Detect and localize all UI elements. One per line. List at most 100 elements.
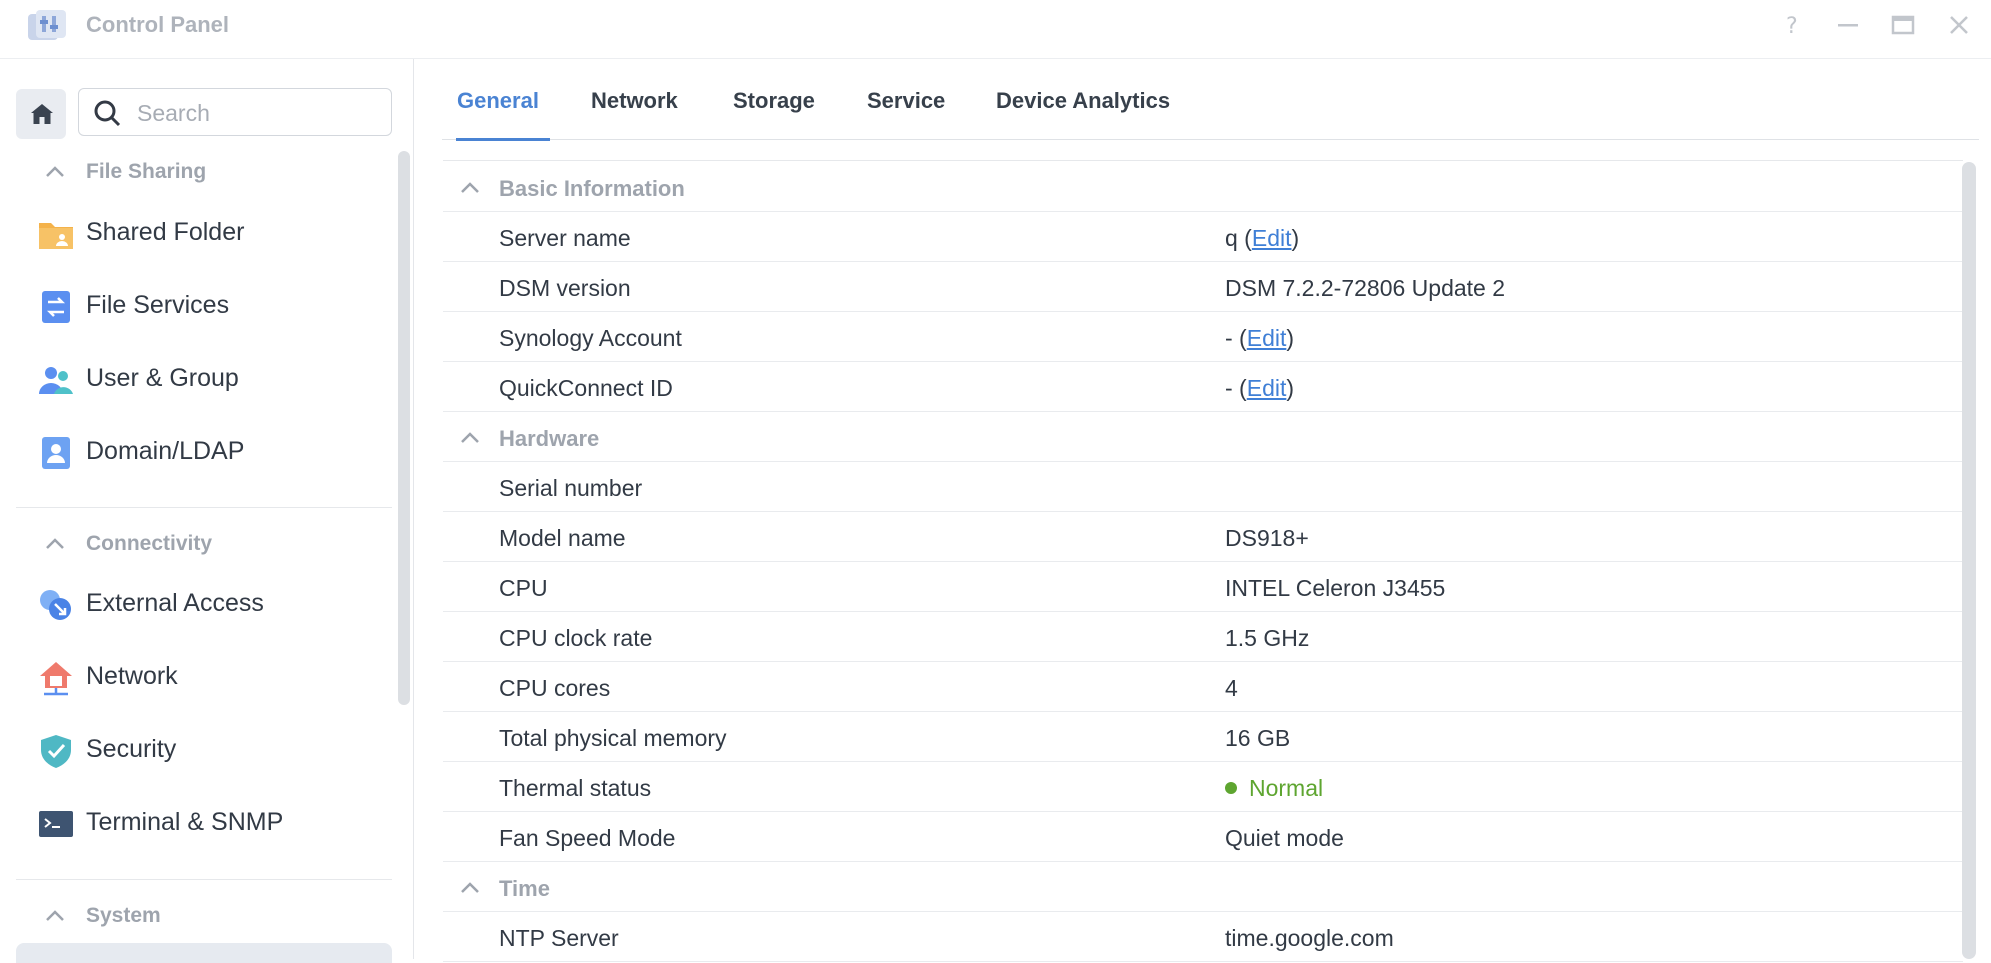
info-label: Model name <box>499 525 626 551</box>
sidebar-item-label: File Services <box>86 291 230 319</box>
quickconnect-id-value: - <box>1225 375 1233 401</box>
window-title: Control Panel <box>86 12 230 37</box>
close-icon[interactable] <box>1944 10 1974 40</box>
info-row-fan-speed-mode: Fan Speed Mode Quiet mode <box>443 812 1963 862</box>
info-value: DSM 7.2.2-72806 Update 2 <box>1225 275 1506 301</box>
sidebar-item-file-services[interactable]: File Services <box>0 275 400 337</box>
sidebar-item-label: External Access <box>86 589 264 617</box>
maximize-icon[interactable] <box>1888 10 1918 40</box>
info-label: DSM version <box>499 275 631 301</box>
tab-bar-divider <box>442 139 1979 140</box>
sidebar-section-file-sharing[interactable]: File Sharing <box>0 153 400 193</box>
info-row-model-name: Model name DS918+ <box>443 512 1963 562</box>
tab-active-indicator <box>456 138 550 141</box>
title-bar: Control Panel ? <box>0 0 1991 50</box>
synology-account-value: - <box>1225 325 1233 351</box>
info-value: INTEL Celeron J3455 <box>1225 575 1446 601</box>
info-row-total-physical-memory: Total physical memory 16 GB <box>443 712 1963 762</box>
status-dot-icon <box>1225 782 1237 794</box>
content-scrollbar[interactable] <box>1962 162 1976 959</box>
info-row-server-name: Server name q (Edit) <box>443 212 1963 262</box>
control-panel-app-icon <box>28 8 66 43</box>
security-shield-icon <box>38 733 74 769</box>
info-row-quickconnect-id: QuickConnect ID - (Edit) <box>443 362 1963 412</box>
tab-storage[interactable]: Storage <box>733 88 815 114</box>
sidebar-item-user-group[interactable]: User & Group <box>0 348 400 410</box>
group-header-basic-information[interactable]: Basic Information <box>443 162 1963 212</box>
minimize-icon[interactable] <box>1833 10 1863 40</box>
sidebar-divider <box>16 507 392 508</box>
search-input[interactable] <box>135 97 379 129</box>
info-row-synology-account: Synology Account - (Edit) <box>443 312 1963 362</box>
edit-synology-account-link[interactable]: Edit <box>1247 325 1287 351</box>
sidebar-item-selected[interactable] <box>16 943 392 963</box>
chevron-up-icon <box>461 182 479 193</box>
info-value: 1.5 GHz <box>1225 625 1310 651</box>
info-label: CPU cores <box>499 675 611 701</box>
edit-quickconnect-id-link[interactable]: Edit <box>1247 375 1287 401</box>
sidebar-section-connectivity[interactable]: Connectivity <box>0 525 400 565</box>
sidebar-item-label: Network <box>86 662 178 690</box>
info-label: Thermal status <box>499 775 652 801</box>
server-name-value: q <box>1225 225 1238 251</box>
sidebar-item-shared-folder[interactable]: Shared Folder <box>0 202 400 264</box>
info-row-cpu-clock-rate: CPU clock rate 1.5 GHz <box>443 612 1963 662</box>
info-row-cpu: CPU INTEL Celeron J3455 <box>443 562 1963 612</box>
sidebar-scrollbar[interactable] <box>398 151 410 705</box>
chevron-up-icon <box>46 538 64 549</box>
group-title: Hardware <box>499 426 600 451</box>
thermal-status-value: Normal <box>1249 775 1324 801</box>
chevron-up-icon <box>46 910 64 921</box>
info-label: Synology Account <box>499 325 682 351</box>
info-label: NTP Server <box>499 925 619 951</box>
info-row-thermal-status: Thermal status Normal <box>443 762 1963 812</box>
edit-server-name-link[interactable]: Edit <box>1252 225 1292 251</box>
sidebar-item-label: Domain/LDAP <box>86 437 245 465</box>
help-icon[interactable]: ? <box>1776 10 1806 40</box>
sidebar-section-system[interactable]: System <box>0 897 400 937</box>
group-title: Basic Information <box>499 176 685 201</box>
info-value: 16 GB <box>1225 725 1291 751</box>
info-value: - (Edit) <box>1225 325 1295 351</box>
sidebar-item-external-access[interactable]: External Access <box>0 573 400 635</box>
shared-folder-icon <box>38 216 74 252</box>
info-row-ntp-server: NTP Server time.google.com <box>443 912 1963 962</box>
group-header-time[interactable]: Time <box>443 862 1963 912</box>
chevron-up-icon <box>461 432 479 443</box>
group-header-hardware[interactable]: Hardware <box>443 412 1963 462</box>
sidebar-item-network[interactable]: Network <box>0 646 400 708</box>
svg-text:?: ? <box>1786 14 1798 39</box>
tab-general[interactable]: General <box>457 88 539 114</box>
info-value: - (Edit) <box>1225 375 1295 401</box>
sidebar-item-label: Terminal & SNMP <box>86 808 284 836</box>
tab-device-analytics[interactable]: Device Analytics <box>996 88 1170 114</box>
sidebar-border <box>413 59 414 959</box>
sidebar-item-domain-ldap[interactable]: Domain/LDAP <box>0 421 400 483</box>
sidebar-item-security[interactable]: Security <box>0 719 400 781</box>
info-value: q (Edit) <box>1225 225 1300 251</box>
info-label: Fan Speed Mode <box>499 825 676 851</box>
content-top-divider <box>443 160 1963 161</box>
sidebar-section-label: System <box>86 904 161 927</box>
tab-network[interactable]: Network <box>591 88 678 114</box>
sidebar-item-terminal-snmp[interactable]: Terminal & SNMP <box>0 792 400 854</box>
sidebar-item-label: Security <box>86 735 177 763</box>
search-box[interactable] <box>78 88 392 136</box>
group-title: Time <box>499 876 550 901</box>
info-label: Total physical memory <box>499 725 727 751</box>
user-group-icon <box>38 362 74 398</box>
info-row-dsm-version: DSM version DSM 7.2.2-72806 Update 2 <box>443 262 1963 312</box>
info-value: 4 <box>1225 675 1238 701</box>
external-access-icon <box>38 587 74 623</box>
home-button[interactable] <box>16 89 66 139</box>
tab-service[interactable]: Service <box>867 88 945 114</box>
info-row-cpu-cores: CPU cores 4 <box>443 662 1963 712</box>
sidebar: File Sharing Shared Folder File Services… <box>0 59 414 963</box>
sidebar-item-label: User & Group <box>86 364 239 392</box>
sidebar-section-label: File Sharing <box>86 160 207 183</box>
terminal-icon <box>38 806 74 842</box>
sidebar-divider <box>16 879 392 880</box>
info-value: Normal <box>1225 775 1323 802</box>
sidebar-item-label: Shared Folder <box>86 218 245 246</box>
chevron-up-icon <box>461 882 479 893</box>
